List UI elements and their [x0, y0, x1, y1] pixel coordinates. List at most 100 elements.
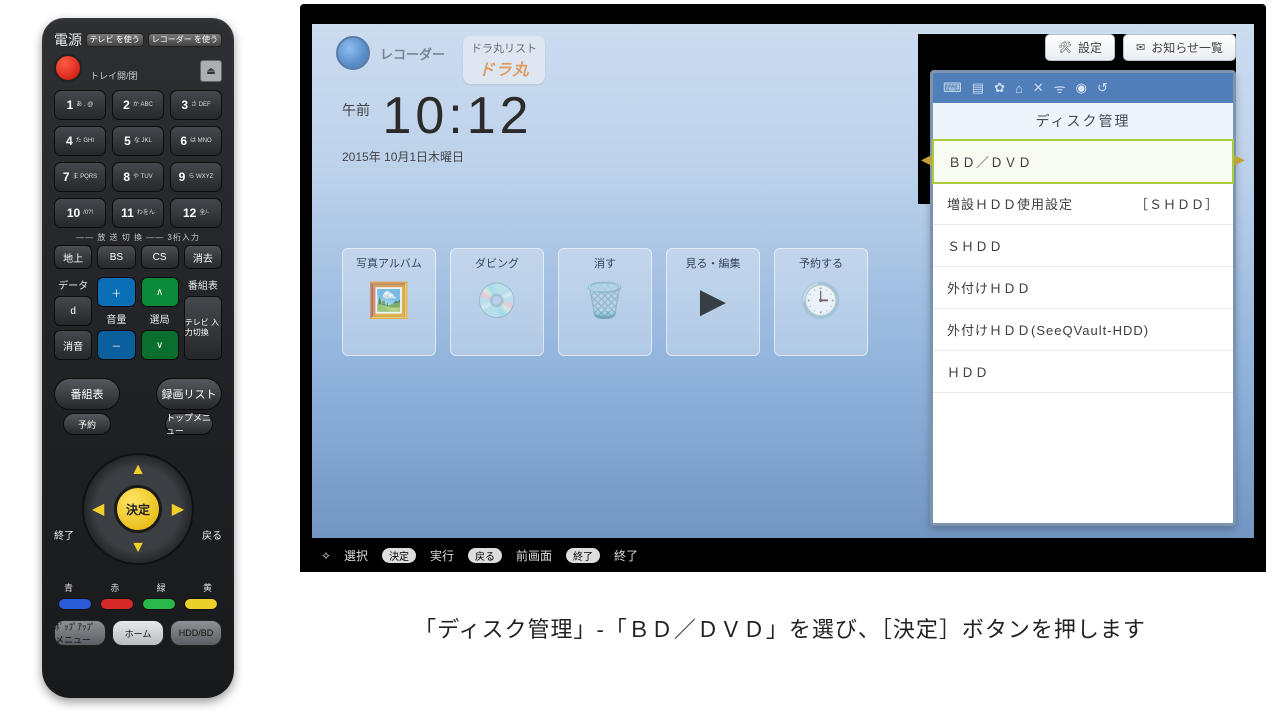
clock-time: 10:12 — [382, 87, 532, 145]
num-6[interactable]: 6は MNO — [170, 126, 222, 156]
notices-button[interactable]: ✉お知らせ一覧 — [1123, 34, 1236, 61]
num-4[interactable]: 4た GHI — [54, 126, 106, 156]
photo-icon: 🖼️ — [343, 281, 435, 321]
hint-end: 終了 — [614, 547, 638, 564]
tab-icon-2[interactable]: ▤ — [972, 80, 984, 96]
disc-copy-icon: 💿 — [451, 281, 543, 321]
tab-icon-8[interactable]: ↺ — [1097, 80, 1108, 96]
num-8[interactable]: 8や TUV — [112, 162, 164, 192]
tab-icon-disc[interactable]: ◉ — [1076, 80, 1087, 96]
broadcast-switch-label: ―― 放 送 切 換 ―― 3桁入力 — [54, 232, 222, 243]
tv-mode-button[interactable]: テレビ を使う — [86, 33, 144, 48]
mail-icon: ✉ — [1136, 41, 1145, 54]
settings-button[interactable]: 🛠設定 — [1045, 34, 1115, 61]
num-11[interactable]: 11わをん — [112, 198, 164, 228]
src-erase[interactable]: 消去 — [184, 245, 222, 269]
dpad-up-icon[interactable]: ▲ — [130, 461, 146, 479]
remote-control: 電源 テレビ を使う レコーダー を使う トレイ開/閉 ⏏ 1あ . @ 2か … — [42, 18, 234, 698]
panel-item-external-hdd[interactable]: 外付けＨＤＤ — [933, 267, 1233, 309]
color-yellow-label: 黄 — [203, 581, 212, 594]
hdd-bd-button[interactable]: HDD/BD — [170, 620, 222, 646]
num-2[interactable]: 2か ABC — [112, 90, 164, 120]
panel-title: ディスク管理 — [933, 103, 1233, 140]
tile-view-edit[interactable]: 見る・編集▶ — [666, 248, 760, 356]
panel-right-arrow-icon[interactable]: ▶ — [1234, 151, 1245, 168]
num-5[interactable]: 5な JKL — [112, 126, 164, 156]
eject-button[interactable]: ⏏ — [200, 60, 222, 82]
tile-dubbing[interactable]: ダビング💿 — [450, 248, 544, 356]
channel-up[interactable]: ∧ — [141, 277, 179, 307]
tray-label: トレイ開/閉 — [90, 69, 138, 82]
dpad-down-icon[interactable]: ▼ — [130, 539, 146, 557]
dpad: ▲ ▼ ◀ ▶ 決定 終了 戻る — [54, 439, 222, 579]
d-button[interactable]: d — [54, 296, 92, 326]
guide-button[interactable]: 番組表 — [54, 378, 120, 410]
dpad-left-icon[interactable]: ◀ — [92, 499, 104, 519]
epg-label: 番組表 — [184, 277, 222, 292]
num-7[interactable]: 7ま PQRS — [54, 162, 106, 192]
popup-menu-button[interactable]: ﾎﾟｯﾌﾟｱｯﾌﾟ メニュー — [54, 620, 106, 646]
color-green-label: 緑 — [157, 581, 166, 594]
volume-up[interactable]: ＋ — [97, 277, 135, 307]
tab-icon-5[interactable]: ✕ — [1033, 80, 1044, 96]
panel-left-arrow-icon[interactable]: ◀ — [921, 151, 932, 168]
tile-delete[interactable]: 消す🗑️ — [558, 248, 652, 356]
tile-photo-album[interactable]: 写真アルバム🖼️ — [342, 248, 436, 356]
home-button[interactable]: ホーム — [112, 620, 164, 646]
num-9[interactable]: 9ら WXYZ — [170, 162, 222, 192]
tab-icon-1[interactable]: ⌨ — [943, 80, 962, 96]
hint-end-tag: 終了 — [566, 548, 600, 563]
recorder-mode-button[interactable]: レコーダー を使う — [148, 33, 222, 48]
instruction-caption: 「ディスク管理」-「ＢＤ／ＤＶＤ」を選び、［決定］ボタンを押します — [300, 612, 1260, 644]
settings-panel: ⌨ ▤ ✿ ⌂ ✕ ᯤ ◉ ↺ ディスク管理 ◀ ▶ ＢＤ／ＤＶＤ 増設ＨＤＤ使… — [930, 70, 1236, 526]
num-12[interactable]: 12全/- — [170, 198, 222, 228]
color-blue-button[interactable] — [58, 598, 92, 610]
clock: 午前 10:12 2015年 10月1日木曜日 — [342, 86, 533, 165]
topmenu-button[interactable]: トップメニュー — [165, 413, 213, 435]
color-green-button[interactable] — [142, 598, 176, 610]
src-terrestrial[interactable]: 地上 — [54, 245, 92, 269]
dpad-right-icon[interactable]: ▶ — [172, 499, 184, 519]
clock-icon: 🕒 — [775, 281, 867, 321]
mute-button[interactable]: 消音 — [54, 330, 92, 360]
reclist-button[interactable]: 録画リスト — [156, 378, 222, 410]
num-10[interactable]: 10/0?! — [54, 198, 106, 228]
color-yellow-button[interactable] — [184, 598, 218, 610]
channel-label: 選局 — [141, 311, 179, 326]
back-label: 戻る — [202, 527, 222, 542]
color-blue-label: 青 — [64, 581, 73, 594]
hint-select-icon: ⟡ — [322, 548, 330, 563]
numpad: 1あ . @ 2か ABC 3さ DEF 4た GHI 5な JKL 6は MN… — [54, 90, 222, 228]
data-label: データ — [54, 277, 92, 292]
src-cs[interactable]: CS — [141, 245, 179, 269]
reserve-button[interactable]: 予約 — [63, 413, 111, 435]
tv-frame: レコーダー ドラ丸リスト ドラ丸 午前 10:12 2015年 10月1日木曜日… — [300, 4, 1266, 572]
hint-ok-tag: 決定 — [382, 548, 416, 563]
panel-item-bd-dvd[interactable]: ＢＤ／ＤＶＤ — [932, 139, 1234, 184]
hint-exec: 実行 — [430, 547, 454, 564]
color-red-button[interactable] — [100, 598, 134, 610]
num-3[interactable]: 3さ DEF — [170, 90, 222, 120]
power-label: 電源 — [54, 30, 82, 50]
volume-down[interactable]: － — [97, 330, 135, 360]
tab-icon-3[interactable]: ✿ — [994, 80, 1005, 96]
settings-tab-bar: ⌨ ▤ ✿ ⌂ ✕ ᯤ ◉ ↺ — [933, 73, 1233, 103]
panel-item-ext-hdd-setting[interactable]: 増設ＨＤＤ使用設定［ＳＨＤＤ］ — [933, 183, 1233, 225]
src-bs[interactable]: BS — [97, 245, 135, 269]
recorder-home-screen: レコーダー ドラ丸リスト ドラ丸 午前 10:12 2015年 10月1日木曜日… — [312, 24, 1254, 538]
hint-back-tag: 戻る — [468, 548, 502, 563]
panel-item-seeqvault-hdd[interactable]: 外付けＨＤＤ(SeeQVault-HDD) — [933, 309, 1233, 351]
home-tiles: 写真アルバム🖼️ ダビング💿 消す🗑️ 見る・編集▶ 予約する🕒 — [342, 248, 868, 356]
tile-reserve[interactable]: 予約する🕒 — [774, 248, 868, 356]
panel-item-hdd[interactable]: ＨＤＤ — [933, 351, 1233, 393]
power-button[interactable] — [54, 54, 82, 82]
tab-icon-6[interactable]: ᯤ — [1054, 79, 1066, 97]
input-switch-button[interactable]: テレビ 入力切換 — [184, 296, 222, 360]
channel-down[interactable]: ∨ — [141, 330, 179, 360]
clock-date: 2015年 10月1日木曜日 — [342, 148, 533, 165]
num-1[interactable]: 1あ . @ — [54, 90, 106, 120]
panel-item-shdd[interactable]: ＳＨＤＤ — [933, 225, 1233, 267]
ok-button[interactable]: 決定 — [114, 485, 162, 533]
tab-icon-4[interactable]: ⌂ — [1015, 81, 1023, 96]
color-red-label: 赤 — [110, 581, 119, 594]
